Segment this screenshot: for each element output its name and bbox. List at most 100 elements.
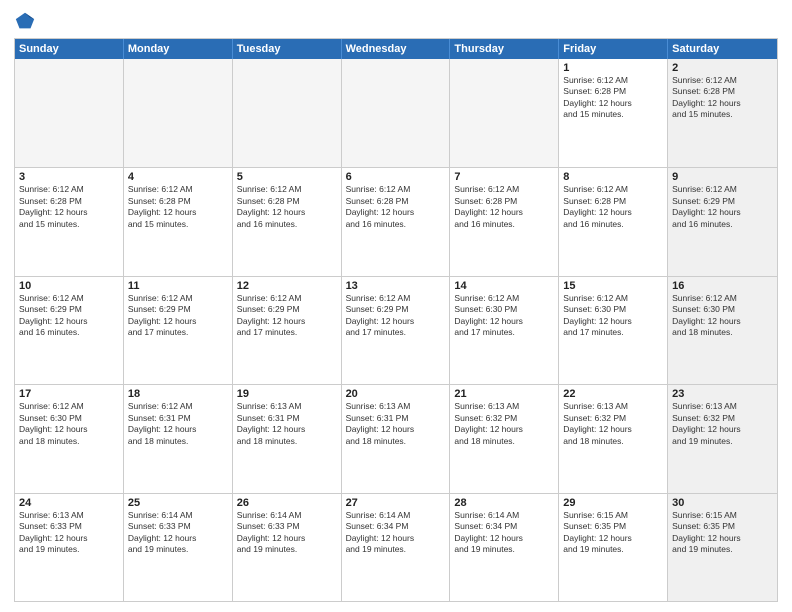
cal-day-17: 17Sunrise: 6:12 AM Sunset: 6:30 PM Dayli… [15,385,124,492]
day-info: Sunrise: 6:12 AM Sunset: 6:31 PM Dayligh… [128,401,228,447]
day-number: 14 [454,280,554,292]
cal-day-empty [233,59,342,167]
day-info: Sunrise: 6:15 AM Sunset: 6:35 PM Dayligh… [563,510,663,556]
day-info: Sunrise: 6:14 AM Sunset: 6:33 PM Dayligh… [128,510,228,556]
cal-day-empty [124,59,233,167]
day-info: Sunrise: 6:13 AM Sunset: 6:33 PM Dayligh… [19,510,119,556]
day-info: Sunrise: 6:13 AM Sunset: 6:31 PM Dayligh… [237,401,337,447]
day-number: 8 [563,171,663,183]
day-info: Sunrise: 6:12 AM Sunset: 6:28 PM Dayligh… [454,184,554,230]
cal-day-25: 25Sunrise: 6:14 AM Sunset: 6:33 PM Dayli… [124,494,233,601]
day-number: 30 [672,497,773,509]
cal-day-27: 27Sunrise: 6:14 AM Sunset: 6:34 PM Dayli… [342,494,451,601]
day-info: Sunrise: 6:12 AM Sunset: 6:28 PM Dayligh… [19,184,119,230]
cal-day-20: 20Sunrise: 6:13 AM Sunset: 6:31 PM Dayli… [342,385,451,492]
day-info: Sunrise: 6:15 AM Sunset: 6:35 PM Dayligh… [672,510,773,556]
day-number: 20 [346,388,446,400]
cal-day-21: 21Sunrise: 6:13 AM Sunset: 6:32 PM Dayli… [450,385,559,492]
day-info: Sunrise: 6:12 AM Sunset: 6:29 PM Dayligh… [19,293,119,339]
cal-day-15: 15Sunrise: 6:12 AM Sunset: 6:30 PM Dayli… [559,277,668,384]
day-info: Sunrise: 6:13 AM Sunset: 6:31 PM Dayligh… [346,401,446,447]
day-number: 19 [237,388,337,400]
cal-day-18: 18Sunrise: 6:12 AM Sunset: 6:31 PM Dayli… [124,385,233,492]
day-number: 7 [454,171,554,183]
cal-day-14: 14Sunrise: 6:12 AM Sunset: 6:30 PM Dayli… [450,277,559,384]
day-number: 9 [672,171,773,183]
cal-day-2: 2Sunrise: 6:12 AM Sunset: 6:28 PM Daylig… [668,59,777,167]
day-info: Sunrise: 6:13 AM Sunset: 6:32 PM Dayligh… [454,401,554,447]
cal-week-2: 3Sunrise: 6:12 AM Sunset: 6:28 PM Daylig… [15,167,777,275]
day-number: 11 [128,280,228,292]
day-info: Sunrise: 6:14 AM Sunset: 6:33 PM Dayligh… [237,510,337,556]
day-info: Sunrise: 6:12 AM Sunset: 6:28 PM Dayligh… [237,184,337,230]
day-info: Sunrise: 6:12 AM Sunset: 6:29 PM Dayligh… [672,184,773,230]
day-number: 2 [672,62,773,74]
day-info: Sunrise: 6:12 AM Sunset: 6:30 PM Dayligh… [454,293,554,339]
day-number: 25 [128,497,228,509]
cal-week-3: 10Sunrise: 6:12 AM Sunset: 6:29 PM Dayli… [15,276,777,384]
day-info: Sunrise: 6:14 AM Sunset: 6:34 PM Dayligh… [346,510,446,556]
day-number: 13 [346,280,446,292]
day-number: 21 [454,388,554,400]
cal-day-23: 23Sunrise: 6:13 AM Sunset: 6:32 PM Dayli… [668,385,777,492]
cal-day-empty [15,59,124,167]
cal-day-30: 30Sunrise: 6:15 AM Sunset: 6:35 PM Dayli… [668,494,777,601]
day-info: Sunrise: 6:12 AM Sunset: 6:29 PM Dayligh… [128,293,228,339]
day-number: 6 [346,171,446,183]
day-info: Sunrise: 6:12 AM Sunset: 6:28 PM Dayligh… [346,184,446,230]
cal-day-29: 29Sunrise: 6:15 AM Sunset: 6:35 PM Dayli… [559,494,668,601]
day-info: Sunrise: 6:12 AM Sunset: 6:28 PM Dayligh… [672,75,773,121]
cal-day-empty [342,59,451,167]
day-info: Sunrise: 6:12 AM Sunset: 6:28 PM Dayligh… [563,184,663,230]
cal-header-sunday: Sunday [15,39,124,59]
cal-day-16: 16Sunrise: 6:12 AM Sunset: 6:30 PM Dayli… [668,277,777,384]
day-number: 22 [563,388,663,400]
day-info: Sunrise: 6:12 AM Sunset: 6:28 PM Dayligh… [128,184,228,230]
cal-header-wednesday: Wednesday [342,39,451,59]
cal-day-13: 13Sunrise: 6:12 AM Sunset: 6:29 PM Dayli… [342,277,451,384]
day-info: Sunrise: 6:12 AM Sunset: 6:29 PM Dayligh… [237,293,337,339]
cal-day-1: 1Sunrise: 6:12 AM Sunset: 6:28 PM Daylig… [559,59,668,167]
cal-header-thursday: Thursday [450,39,559,59]
day-number: 29 [563,497,663,509]
cal-day-10: 10Sunrise: 6:12 AM Sunset: 6:29 PM Dayli… [15,277,124,384]
day-number: 4 [128,171,228,183]
cal-day-12: 12Sunrise: 6:12 AM Sunset: 6:29 PM Dayli… [233,277,342,384]
cal-day-24: 24Sunrise: 6:13 AM Sunset: 6:33 PM Dayli… [15,494,124,601]
cal-week-1: 1Sunrise: 6:12 AM Sunset: 6:28 PM Daylig… [15,59,777,167]
cal-week-5: 24Sunrise: 6:13 AM Sunset: 6:33 PM Dayli… [15,493,777,601]
cal-header-friday: Friday [559,39,668,59]
page: SundayMondayTuesdayWednesdayThursdayFrid… [0,0,792,612]
cal-day-8: 8Sunrise: 6:12 AM Sunset: 6:28 PM Daylig… [559,168,668,275]
cal-header-monday: Monday [124,39,233,59]
header [14,10,778,32]
cal-day-3: 3Sunrise: 6:12 AM Sunset: 6:28 PM Daylig… [15,168,124,275]
calendar: SundayMondayTuesdayWednesdayThursdayFrid… [14,38,778,602]
day-number: 15 [563,280,663,292]
calendar-header: SundayMondayTuesdayWednesdayThursdayFrid… [15,39,777,59]
logo-icon [14,10,36,32]
calendar-body: 1Sunrise: 6:12 AM Sunset: 6:28 PM Daylig… [15,59,777,601]
day-number: 12 [237,280,337,292]
cal-day-empty [450,59,559,167]
cal-header-tuesday: Tuesday [233,39,342,59]
day-number: 26 [237,497,337,509]
day-number: 10 [19,280,119,292]
day-number: 17 [19,388,119,400]
day-info: Sunrise: 6:12 AM Sunset: 6:29 PM Dayligh… [346,293,446,339]
day-number: 3 [19,171,119,183]
cal-day-22: 22Sunrise: 6:13 AM Sunset: 6:32 PM Dayli… [559,385,668,492]
day-number: 18 [128,388,228,400]
day-number: 5 [237,171,337,183]
day-number: 24 [19,497,119,509]
cal-day-19: 19Sunrise: 6:13 AM Sunset: 6:31 PM Dayli… [233,385,342,492]
cal-day-7: 7Sunrise: 6:12 AM Sunset: 6:28 PM Daylig… [450,168,559,275]
cal-header-saturday: Saturday [668,39,777,59]
day-number: 16 [672,280,773,292]
logo [14,10,40,32]
day-info: Sunrise: 6:12 AM Sunset: 6:28 PM Dayligh… [563,75,663,121]
day-number: 28 [454,497,554,509]
cal-day-11: 11Sunrise: 6:12 AM Sunset: 6:29 PM Dayli… [124,277,233,384]
cal-day-28: 28Sunrise: 6:14 AM Sunset: 6:34 PM Dayli… [450,494,559,601]
day-number: 1 [563,62,663,74]
